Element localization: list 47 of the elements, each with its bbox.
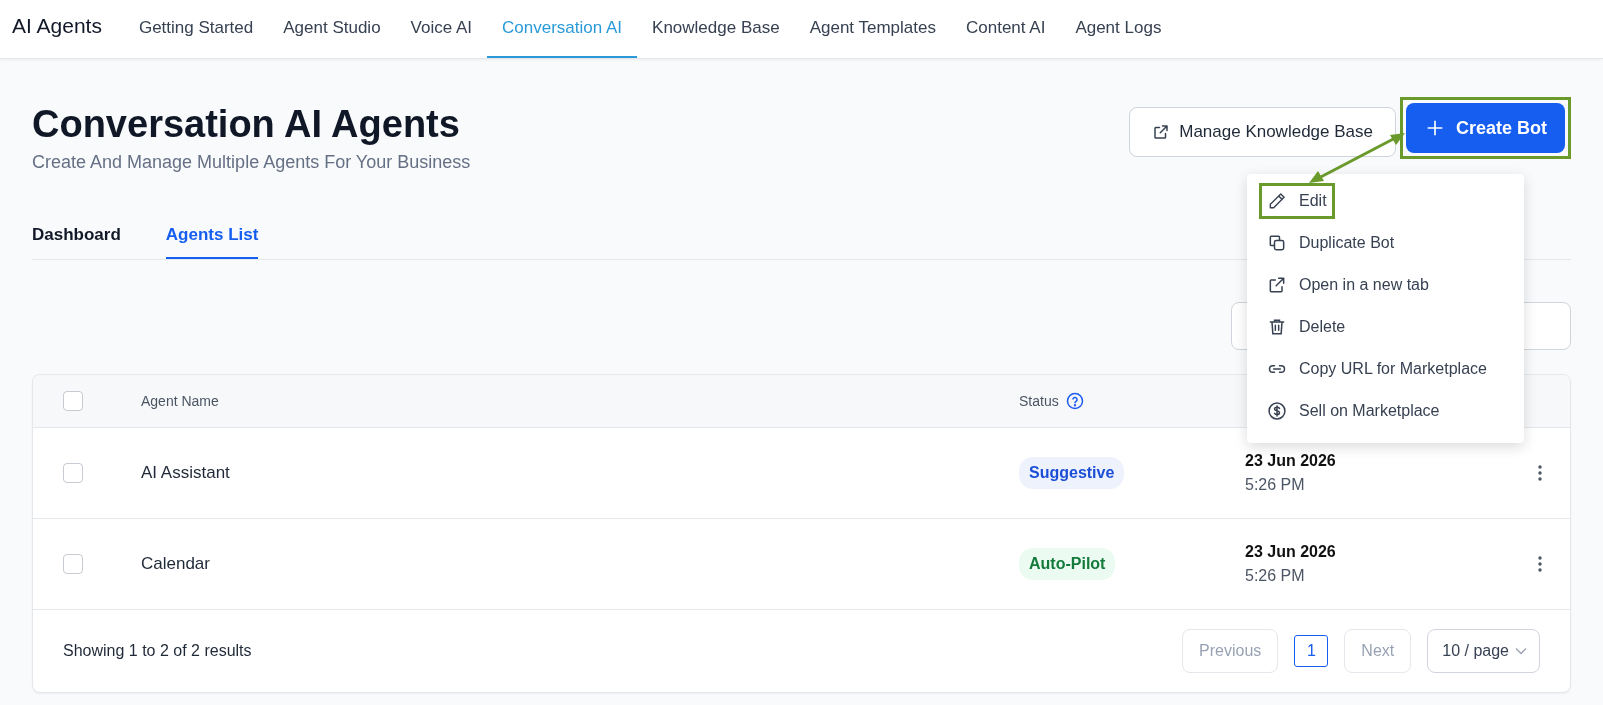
chevron-down-icon	[1515, 647, 1527, 655]
results-summary: Showing 1 to 2 of 2 results	[63, 642, 252, 660]
column-header: Status	[1019, 393, 1059, 409]
pencil-icon	[1267, 191, 1287, 211]
menu-item[interactable]: Sell on Marketplace	[1259, 393, 1448, 429]
time-text: 5:26 PM	[1245, 567, 1306, 585]
select-all-checkbox[interactable]	[63, 391, 83, 411]
page-title: Conversation AI Agents	[32, 103, 461, 146]
menu-item[interactable]: Open in a new tab	[1259, 267, 1437, 303]
dollar-coin-icon	[1267, 401, 1287, 421]
page-size-select[interactable]: 10 / page	[1427, 629, 1540, 673]
status-badge: Auto-Pilot	[1019, 548, 1116, 580]
agent-name: Calendar	[141, 554, 211, 574]
page-number[interactable]: 1	[1294, 635, 1329, 667]
nav-tab[interactable]: Voice AI	[395, 0, 488, 58]
date-text: 23 Jun 2026	[1245, 452, 1337, 470]
nav-tab[interactable]: Knowledge Base	[637, 0, 795, 58]
nav-tab[interactable]: Getting Started	[123, 0, 269, 58]
manage-knowledge-base-button[interactable]: Manage Knowledge Base	[1129, 107, 1396, 157]
menu-item[interactable]: Delete	[1259, 309, 1354, 345]
nav-tab[interactable]: Agent Logs	[1060, 0, 1177, 58]
view-tab[interactable]: Agents List	[165, 217, 259, 259]
app-title: AI Agents	[12, 13, 102, 39]
menu-item[interactable]: Copy URL for Marketplace	[1259, 351, 1495, 387]
menu-item[interactable]: Edit	[1259, 183, 1335, 219]
external-link-icon	[1267, 275, 1287, 295]
more-options-icon[interactable]	[1537, 555, 1543, 573]
view-tab[interactable]: Dashboard	[32, 217, 121, 259]
external-link-icon	[1152, 123, 1171, 141]
plus-icon	[1425, 119, 1444, 137]
status-badge: Suggestive	[1019, 457, 1125, 489]
row-checkbox[interactable]	[63, 463, 83, 483]
agent-name: AI Assistant	[141, 463, 231, 483]
help-icon[interactable]	[1065, 392, 1084, 410]
copy-icon	[1267, 233, 1287, 253]
more-options-icon[interactable]	[1537, 464, 1543, 482]
column-header: Agent Name	[141, 393, 220, 409]
create-bot-button[interactable]: Create Bot	[1405, 103, 1565, 153]
nav-tab[interactable]: Content AI	[951, 0, 1061, 58]
row-checkbox[interactable]	[63, 554, 83, 574]
menu-item[interactable]: Duplicate Bot	[1259, 225, 1403, 261]
trash-icon	[1267, 317, 1287, 337]
date-text: 23 Jun 2026	[1245, 543, 1337, 561]
page-subtitle: Create And Manage Multiple Agents For Your Business	[32, 152, 471, 173]
nav-tab[interactable]: Agent Templates	[794, 0, 951, 58]
nav-tab[interactable]: Agent Studio	[268, 0, 396, 58]
time-text: 5:26 PM	[1245, 476, 1306, 494]
